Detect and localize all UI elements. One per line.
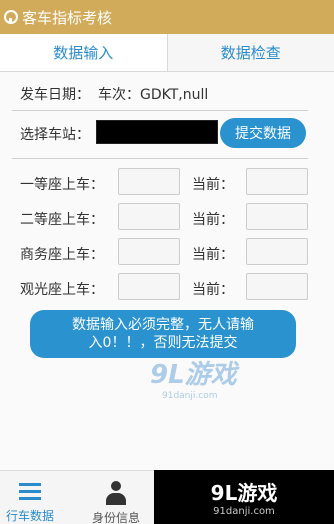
app-title: 客车指标考核: [22, 8, 113, 27]
bottom-nav: 行车数据 身份信息 9L游戏 91danji.com: [0, 470, 334, 524]
list-icon: [19, 481, 41, 503]
business-class-current-field[interactable]: [246, 238, 308, 265]
second-class-input[interactable]: [118, 203, 180, 230]
station-select[interactable]: [96, 120, 218, 144]
trip-info: 发车日期： 车次：GDKT,null: [20, 84, 216, 104]
brand-url: 91danji.com: [213, 506, 275, 517]
brand-name: 9L游戏: [210, 481, 278, 505]
first-class-input[interactable]: [118, 168, 180, 195]
divider: [12, 158, 308, 159]
nav-driving-data-label: 行车数据: [6, 509, 55, 523]
first-class-label: 一等座上车：: [20, 177, 104, 193]
tab-bar: 数据输入 数据检查: [0, 34, 334, 72]
nav-identity-info[interactable]: 身份信息: [92, 481, 140, 524]
watermark-logo: 9L游戏 91danji.com: [150, 354, 237, 401]
second-class-label: 二等座上车：: [20, 212, 104, 228]
station-label: 选择车站：: [20, 127, 90, 143]
watermark-logo-text: 9L游戏: [150, 360, 237, 390]
seat-row-sightseeing-class: 观光座上车： 当前：: [20, 273, 320, 303]
business-class-input[interactable]: [118, 238, 180, 265]
divider: [12, 110, 308, 111]
seat-row-second-class: 二等座上车： 当前：: [20, 203, 320, 233]
departure-date-label: 发车日期：: [20, 87, 90, 103]
second-class-current-field[interactable]: [246, 203, 308, 230]
user-icon: [103, 481, 129, 505]
seat-row-first-class: 一等座上车： 当前：: [20, 168, 320, 198]
train-number-label: 车次：: [98, 87, 140, 103]
business-class-current-label: 当前：: [192, 247, 234, 263]
brand-watermark: 9L游戏 91danji.com: [154, 470, 334, 524]
notice-line-1: 数据输入必须完整，无人请输: [72, 317, 254, 333]
main-content: 发车日期： 车次：GDKT,null 选择车站： 提交数据 一等座上车： 当前： …: [0, 72, 334, 470]
submit-data-button[interactable]: 提交数据: [220, 118, 306, 148]
train-number-value: GDKT,null: [140, 87, 209, 103]
app-logo-icon: [4, 10, 18, 24]
sightseeing-class-label: 观光座上车：: [20, 282, 104, 298]
notice-banner: 数据输入必须完整，无人请输 入0！！，否则无法提交: [30, 310, 296, 358]
sightseeing-class-current-label: 当前：: [192, 282, 234, 298]
second-class-current-label: 当前：: [192, 212, 234, 228]
seat-row-business-class: 商务座上车： 当前：: [20, 238, 320, 268]
nav-driving-data[interactable]: 行车数据: [6, 481, 54, 524]
first-class-current-field[interactable]: [246, 168, 308, 195]
title-bar: 客车指标考核: [0, 0, 334, 34]
tab-data-check[interactable]: 数据检查: [166, 34, 334, 71]
sightseeing-class-input[interactable]: [118, 273, 180, 300]
watermark-url: 91danji.com: [162, 391, 218, 401]
first-class-current-label: 当前：: [192, 177, 234, 193]
nav-identity-info-label: 身份信息: [92, 511, 141, 524]
tab-data-input[interactable]: 数据输入: [0, 34, 167, 71]
sightseeing-class-current-field[interactable]: [246, 273, 308, 300]
notice-line-2: 入0！！，否则无法提交: [88, 335, 238, 351]
business-class-label: 商务座上车：: [20, 247, 104, 263]
